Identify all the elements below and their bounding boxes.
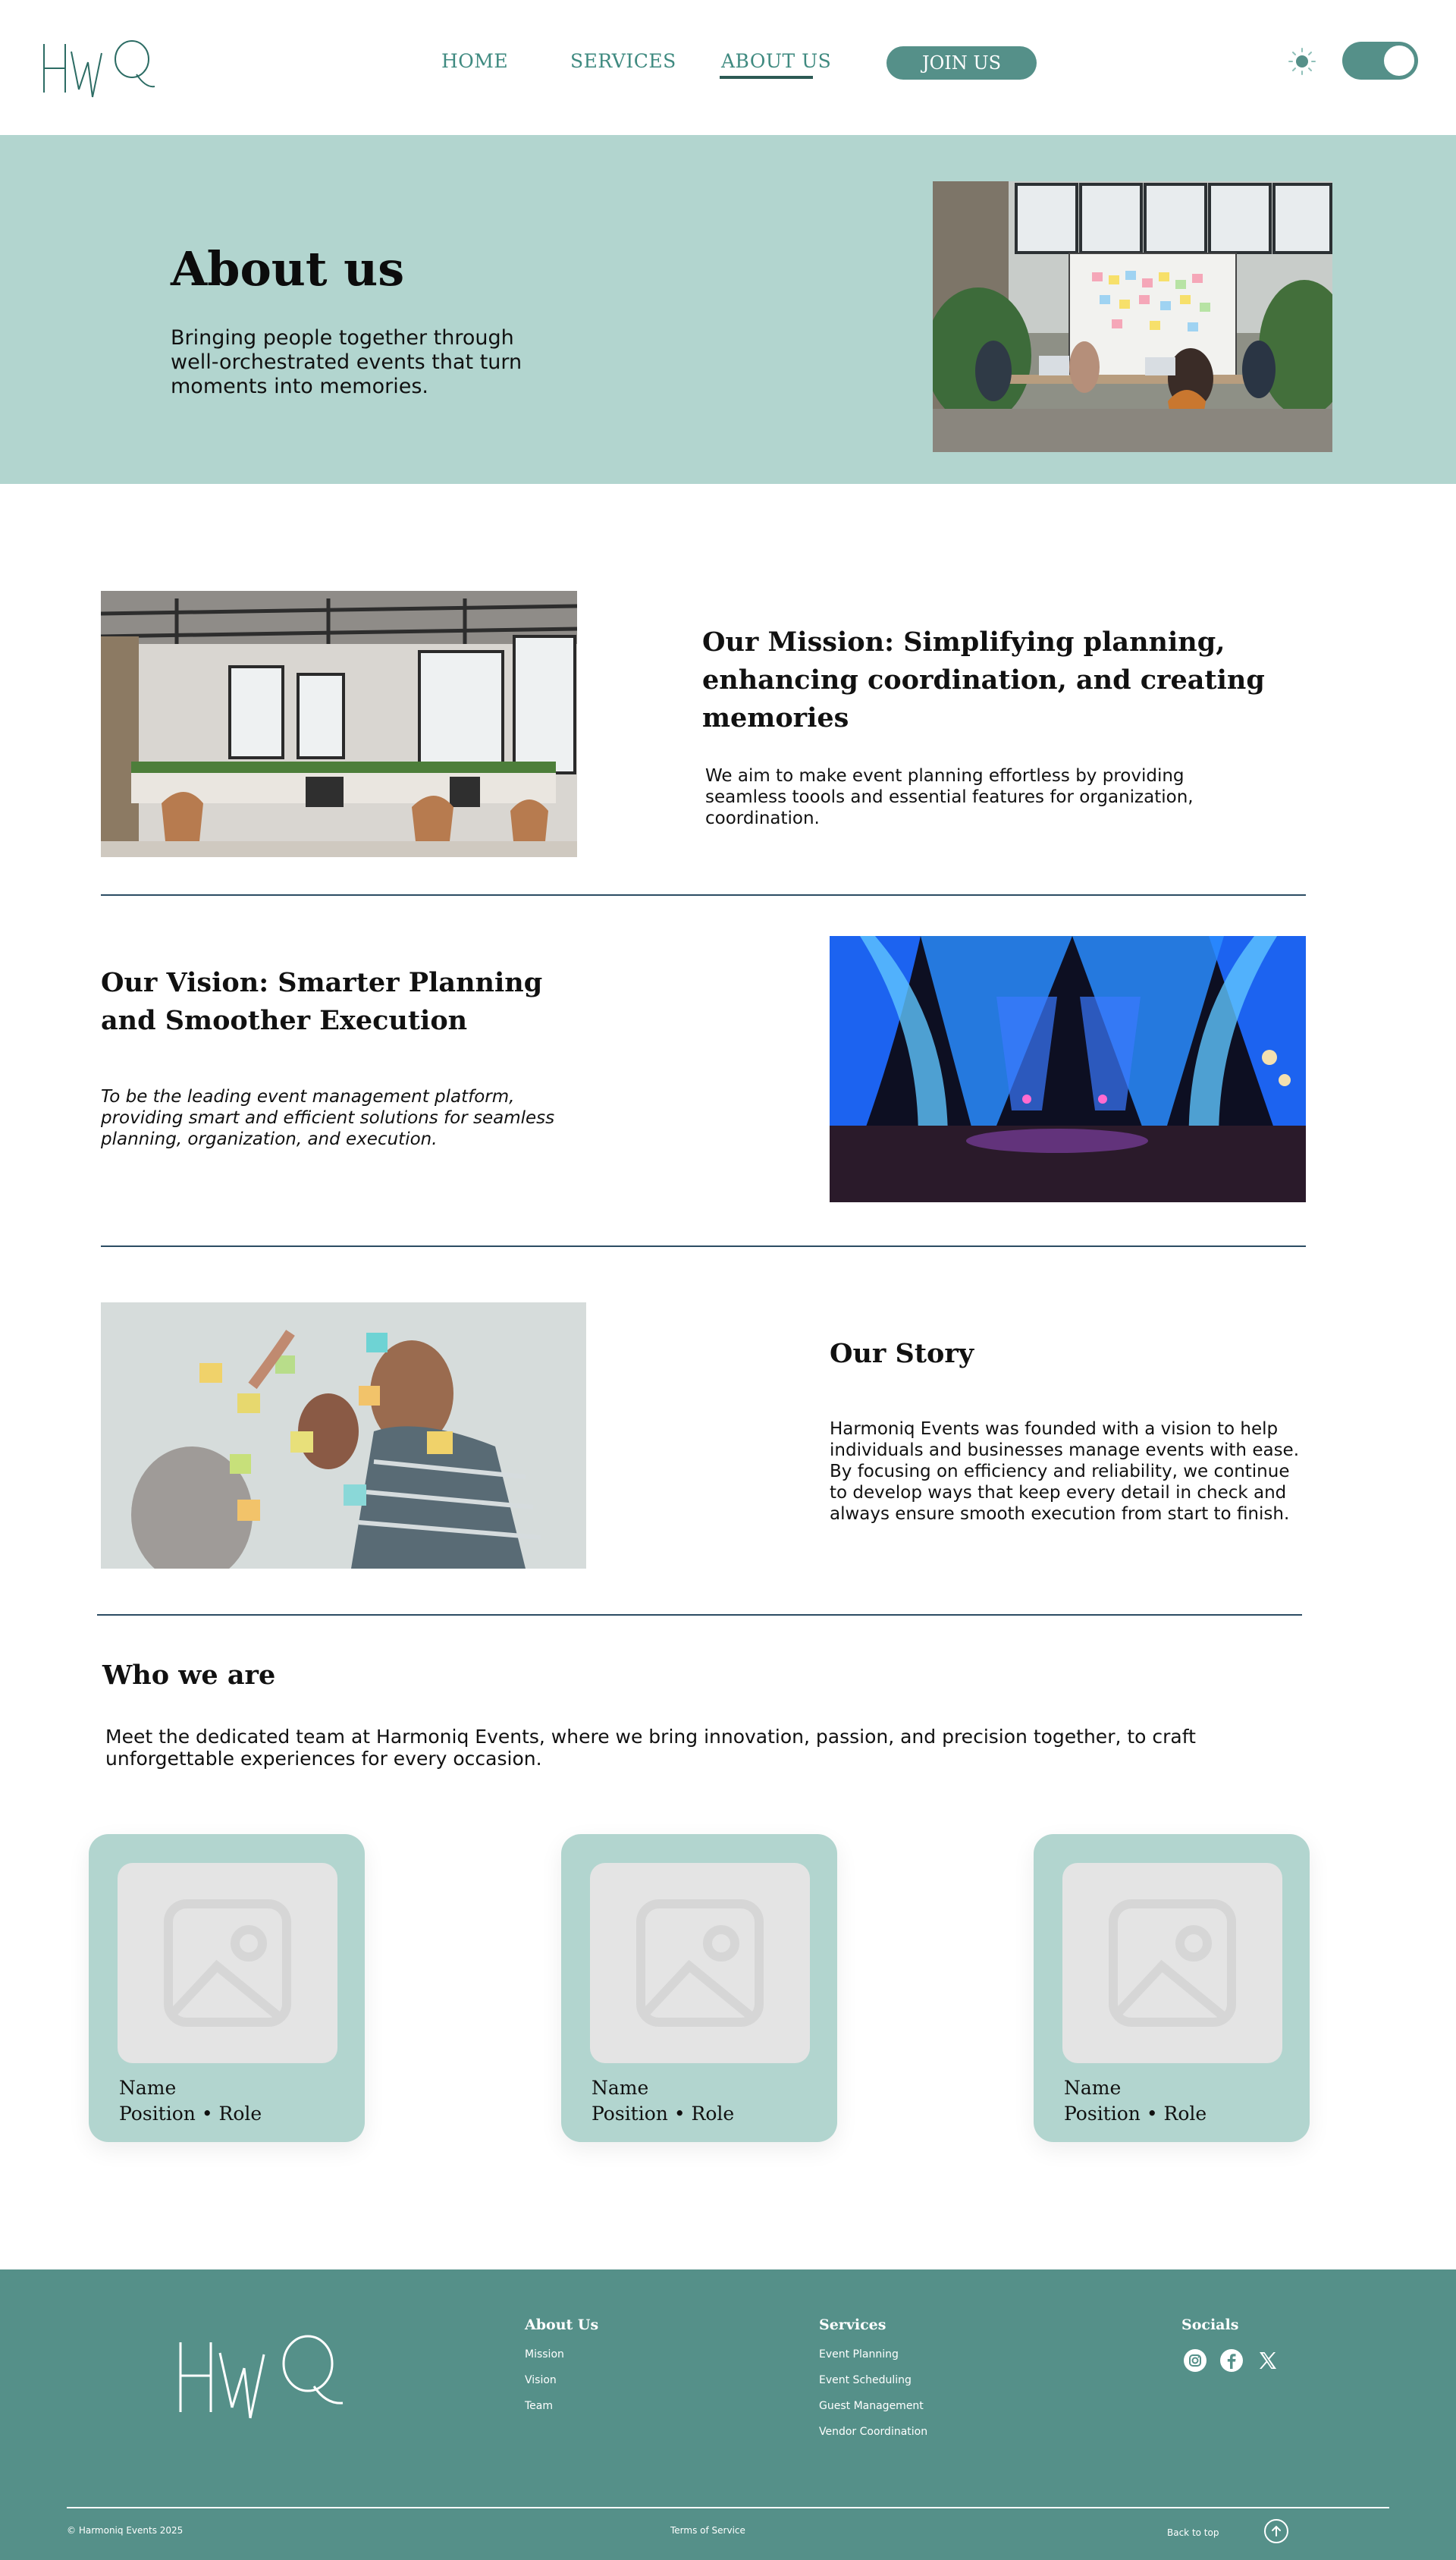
site-footer: About Us Mission Vision Team Services Ev… (0, 2269, 1456, 2560)
footer-services-heading: Services (819, 2317, 886, 2333)
facebook-icon[interactable] (1219, 2348, 1244, 2373)
hero-office-meeting-image (933, 181, 1332, 452)
footer-logo[interactable] (174, 2330, 350, 2423)
team-member-card: Name Position • Role (89, 1834, 365, 2142)
instagram-icon[interactable] (1183, 2348, 1207, 2373)
footer-link-event-planning[interactable]: Event Planning (819, 2348, 899, 2361)
hmq-logo-icon (179, 2335, 344, 2419)
footer-about-heading: About Us (525, 2317, 599, 2333)
active-nav-indicator (720, 76, 813, 79)
team-member-card: Name Position • Role (561, 1834, 837, 2142)
page-title: About us (171, 241, 405, 297)
footer-link-team[interactable]: Team (525, 2400, 553, 2412)
section-divider (101, 1245, 1306, 1247)
section-divider (97, 1614, 1302, 1616)
theme-toggle[interactable] (1342, 42, 1418, 80)
vision-event-venue-image (830, 936, 1306, 1202)
footer-link-event-scheduling[interactable]: Event Scheduling (819, 2374, 912, 2386)
member-name: Name (1064, 2077, 1122, 2099)
section-divider (101, 894, 1306, 896)
member-role: Position • Role (1064, 2103, 1207, 2125)
join-us-button[interactable]: JOIN US (886, 46, 1037, 80)
footer-link-vendor-coordination[interactable]: Vendor Coordination (819, 2426, 927, 2438)
member-name: Name (592, 2077, 649, 2099)
x-icon[interactable] (1256, 2348, 1280, 2373)
mission-text: We aim to make event planning effortless… (705, 766, 1194, 828)
terms-link[interactable]: Terms of Service (670, 2525, 745, 2536)
footer-link-guest-management[interactable]: Guest Management (819, 2400, 924, 2412)
sun-icon[interactable] (1288, 47, 1316, 76)
image-placeholder-icon (1062, 1863, 1282, 2063)
nav-about-us[interactable]: ABOUT US (721, 50, 831, 72)
member-name: Name (119, 2077, 177, 2099)
vision-heading: Our Vision: Smarter Planning and Smoothe… (101, 967, 543, 1036)
story-heading: Our Story (830, 1338, 974, 1369)
story-text: Harmoniq Events was founded with a visio… (830, 1419, 1300, 1524)
vision-text: To be the leading event management platf… (101, 1087, 555, 1149)
member-role: Position • Role (592, 2103, 735, 2125)
hero-subtitle: Bringing people together through well-or… (171, 326, 522, 398)
hmq-logo-icon (43, 40, 155, 98)
nav-services[interactable]: SERVICES (570, 50, 676, 72)
member-role: Position • Role (119, 2103, 262, 2125)
site-header: HOME SERVICES ABOUT US JOIN US (0, 0, 1456, 135)
nav-home[interactable]: HOME (441, 50, 508, 72)
copyright-text: © Harmoniq Events 2025 (67, 2525, 184, 2536)
mission-heading: Our Mission: Simplifying planning, enhan… (702, 627, 1265, 733)
mission-office-image (101, 591, 577, 857)
team-intro: Meet the dedicated team at Harmoniq Even… (105, 1726, 1196, 1770)
logo[interactable] (39, 36, 161, 100)
toggle-knob (1382, 44, 1416, 77)
image-placeholder-icon (118, 1863, 337, 2063)
footer-socials-heading: Socials (1181, 2317, 1239, 2333)
footer-link-mission[interactable]: Mission (525, 2348, 564, 2361)
team-member-card: Name Position • Role (1034, 1834, 1310, 2142)
footer-link-vision[interactable]: Vision (525, 2374, 557, 2386)
arrow-up-icon[interactable] (1264, 2519, 1288, 2543)
back-to-top-link[interactable]: Back to top (1167, 2527, 1219, 2538)
footer-divider (67, 2507, 1389, 2508)
hero-section: About us Bringing people together throug… (0, 135, 1456, 484)
story-team-brainstorm-image (101, 1302, 586, 1569)
team-heading: Who we are (102, 1660, 276, 1691)
image-placeholder-icon (590, 1863, 810, 2063)
